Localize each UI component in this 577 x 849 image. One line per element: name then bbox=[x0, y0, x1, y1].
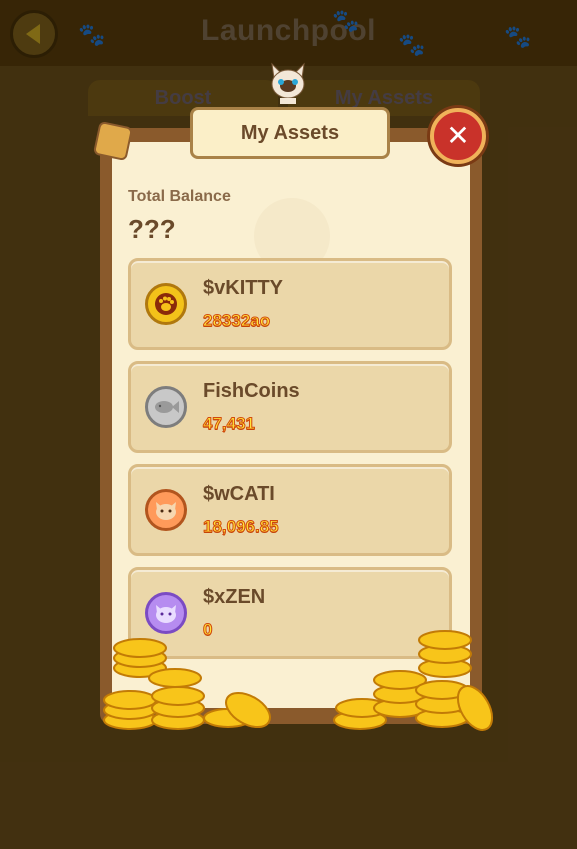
asset-amount: 47,431 bbox=[203, 414, 256, 434]
asset-card-vkitty[interactable]: $vKITTY 28332ao bbox=[128, 258, 452, 350]
modal-title: My Assets bbox=[190, 107, 390, 159]
asset-amount: 28332ao bbox=[202, 311, 271, 331]
asset-card-wcati[interactable]: $wCATI 18,096.85 bbox=[128, 464, 452, 556]
fish-coin-icon bbox=[145, 386, 187, 428]
gold-coins-decoration bbox=[103, 630, 494, 731]
asset-list: $vKITTY 28332ao FishCoins 47,431 $wCATI … bbox=[128, 258, 452, 670]
asset-name: $xZEN bbox=[203, 586, 266, 608]
close-icon: ✕ bbox=[446, 120, 470, 151]
cat-mascot-icon bbox=[271, 62, 305, 104]
asset-card-fishcoins[interactable]: FishCoins 47,431 bbox=[128, 361, 452, 453]
close-button[interactable]: ✕ bbox=[430, 108, 486, 164]
asset-name: $vKITTY bbox=[203, 277, 284, 299]
asset-name: $wCATI bbox=[203, 483, 275, 505]
asset-name: FishCoins bbox=[203, 380, 300, 402]
paw-coin-icon bbox=[145, 283, 187, 325]
asset-amount: 18,096.85 bbox=[203, 517, 280, 537]
modal-content: Total Balance ??? $vKITTY 28332ao FishCo… bbox=[112, 142, 470, 708]
total-balance-value: ??? bbox=[128, 214, 176, 244]
cat-coin-icon bbox=[145, 489, 187, 531]
modal-title-text: My Assets bbox=[240, 121, 340, 144]
total-balance-label: Total Balance bbox=[128, 188, 231, 205]
frame-corner-ornament bbox=[92, 120, 134, 162]
